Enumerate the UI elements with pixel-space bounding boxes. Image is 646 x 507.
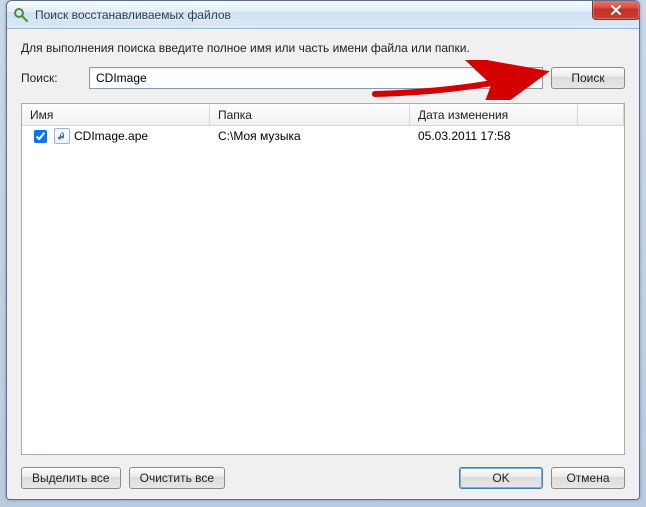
window-title: Поиск восстанавливаемых файлов — [35, 8, 231, 22]
results-list: Имя Папка Дата изменения CDImage.ape — [21, 103, 625, 455]
titlebar[interactable]: Поиск восстанавливаемых файлов — [7, 1, 639, 29]
column-header-folder[interactable]: Папка — [210, 104, 410, 125]
audio-file-icon — [54, 128, 70, 144]
select-all-button[interactable]: Выделить все — [21, 467, 121, 489]
dialog-window: Поиск восстанавливаемых файлов Для выпол… — [6, 0, 640, 500]
list-body[interactable]: CDImage.ape C:\Моя музыка 05.03.2011 17:… — [22, 126, 624, 454]
list-header: Имя Папка Дата изменения — [22, 104, 624, 126]
search-button[interactable]: Поиск — [551, 67, 625, 89]
table-row[interactable]: CDImage.ape C:\Моя музыка 05.03.2011 17:… — [22, 126, 624, 146]
column-header-name[interactable]: Имя — [22, 104, 210, 125]
cell-folder: C:\Моя музыка — [210, 129, 410, 143]
search-label: Поиск: — [21, 71, 81, 85]
file-name: CDImage.ape — [74, 129, 148, 143]
cell-name: CDImage.ape — [22, 127, 210, 146]
cancel-button[interactable]: Отмена — [551, 467, 625, 489]
dialog-client-area: Для выполнения поиска введите полное имя… — [7, 29, 639, 499]
row-checkbox[interactable] — [34, 130, 47, 143]
instruction-text: Для выполнения поиска введите полное имя… — [21, 41, 625, 55]
clear-all-button[interactable]: Очистить все — [129, 467, 225, 489]
column-header-spacer — [578, 104, 624, 125]
app-icon — [13, 7, 29, 23]
cell-date: 05.03.2011 17:58 — [410, 129, 578, 143]
column-header-date[interactable]: Дата изменения — [410, 104, 578, 125]
ok-button[interactable]: OK — [459, 467, 543, 489]
search-row: Поиск: Поиск — [21, 67, 625, 89]
dialog-footer: Выделить все Очистить все OK Отмена — [21, 467, 625, 489]
close-button[interactable] — [592, 0, 640, 20]
search-input[interactable] — [89, 67, 543, 89]
